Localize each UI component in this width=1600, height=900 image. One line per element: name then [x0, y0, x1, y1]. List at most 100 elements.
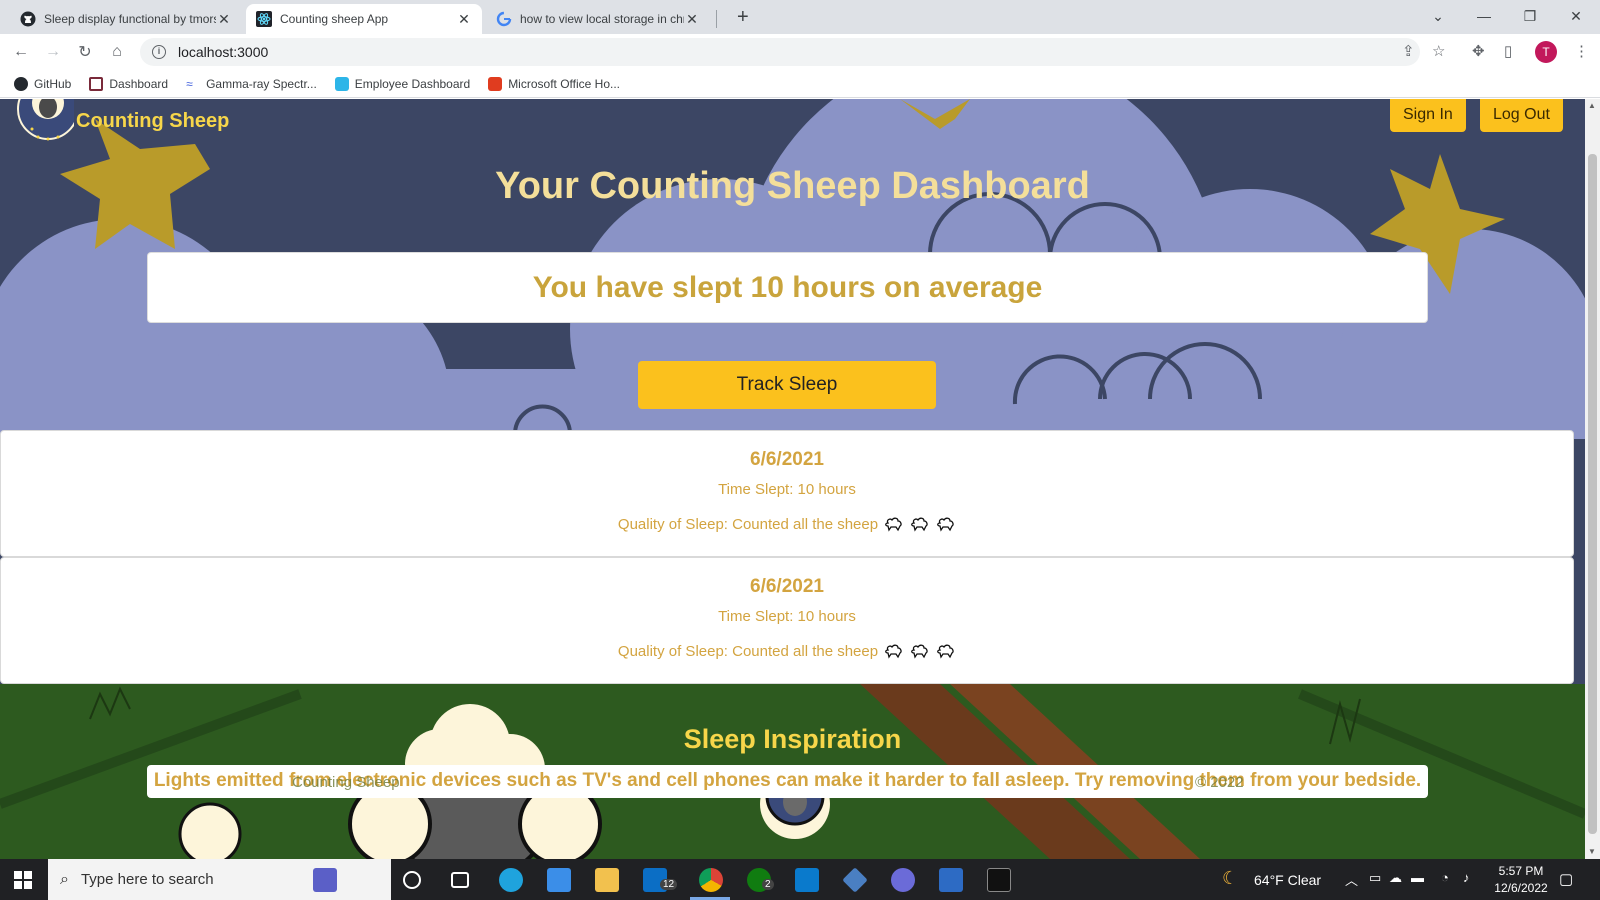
home-icon[interactable]: ⌂: [106, 41, 128, 63]
side-panel-icon[interactable]: ▯: [1504, 42, 1512, 60]
log-out-button[interactable]: Log Out: [1480, 99, 1563, 132]
bookmark-gamma-ray[interactable]: ≈ Gamma-ray Spectr...: [186, 77, 317, 91]
browser-window: Sleep display functional by tmors ✕ Coun…: [0, 0, 1600, 859]
cortana-icon[interactable]: [403, 871, 421, 889]
app-icon[interactable]: [939, 868, 963, 892]
sign-in-button[interactable]: Sign In: [1390, 99, 1466, 132]
bookmark-github[interactable]: GitHub: [14, 76, 72, 91]
sheep-icon: [911, 644, 928, 659]
tab-counting-sheep[interactable]: Counting sheep App ✕: [246, 4, 482, 34]
xbox-badge: 2: [762, 879, 774, 890]
extensions-puzzle-icon[interactable]: ✥: [1472, 42, 1485, 60]
vscode-icon[interactable]: [795, 868, 819, 892]
reload-icon[interactable]: ↻: [74, 41, 96, 63]
bookmark-star-icon[interactable]: ☆: [1432, 42, 1445, 60]
search-placeholder: Type here to search: [80, 871, 214, 888]
average-sleep-card: You have slept 10 hours on average: [147, 252, 1428, 323]
wifi-icon[interactable]: ◔: [1441, 870, 1449, 885]
dashboard-icon: [89, 76, 104, 91]
volume-icon[interactable]: ♪: [1463, 870, 1470, 885]
bookmark-label: Microsoft Office Ho...: [508, 76, 620, 91]
bookmark-label: Dashboard: [109, 76, 169, 91]
footer-copyright: © 2022: [1195, 774, 1244, 791]
terminal-icon[interactable]: [987, 868, 1011, 892]
github-icon: [14, 76, 28, 91]
tab-title: Sleep display functional by tmors: [44, 12, 216, 26]
entry-time-slept: Time Slept: 10 hours: [718, 481, 856, 498]
url-text: localhost:3000: [178, 44, 269, 60]
store-icon[interactable]: [547, 868, 571, 892]
page-scrollbar[interactable]: ▲ ▼: [1585, 99, 1600, 859]
new-tab-plus-icon[interactable]: +: [737, 6, 749, 29]
file-explorer-icon[interactable]: [595, 868, 619, 892]
weather-text[interactable]: 64°F Clear: [1254, 872, 1321, 888]
tab-title: how to view local storage in chro: [520, 12, 684, 26]
device-icon[interactable]: ▭: [1369, 870, 1381, 886]
office-icon: [488, 76, 503, 91]
sheep-icon: [885, 517, 902, 532]
google-icon: [496, 11, 512, 27]
scroll-thumb[interactable]: [1588, 154, 1597, 834]
share-icon[interactable]: ⇪: [1402, 42, 1415, 60]
bookmark-microsoft-office[interactable]: Microsoft Office Ho...: [488, 76, 620, 91]
profile-avatar[interactable]: T: [1535, 41, 1557, 63]
sheep-icon: [911, 517, 928, 532]
close-icon[interactable]: ✕: [216, 11, 232, 28]
edge-icon[interactable]: [499, 868, 523, 892]
forward-arrow-icon[interactable]: →: [42, 41, 64, 63]
entry-time-slept: Time Slept: 10 hours: [718, 608, 856, 625]
scroll-down-arrow-icon[interactable]: ▼: [1588, 847, 1596, 856]
tab-separator: [716, 10, 717, 28]
tab-title: Counting sheep App: [280, 12, 389, 26]
tab-strip: Sleep display functional by tmors ✕ Coun…: [0, 0, 1600, 34]
sleep-entry-card: 6/6/2021 Time Slept: 10 hours Quality of…: [0, 430, 1574, 557]
weather-moon-icon: ☾: [1222, 868, 1239, 888]
windows-taskbar: ⌕ Type here to search 12 2 ☾ 64°F Clear …: [0, 859, 1600, 900]
browser-toolbar: ← → ↻ ⌂ i localhost:3000 ⇪ ☆ ✥ ▯ ⋮: [0, 34, 1600, 70]
brand[interactable]: Counting Sheep: [14, 99, 229, 151]
task-view-icon[interactable]: [451, 872, 469, 888]
tab-github-pr[interactable]: Sleep display functional by tmors ✕: [10, 4, 242, 34]
taskbar-search-input[interactable]: ⌕ Type here to search: [48, 859, 391, 900]
sleep-entry-card: 6/6/2021 Time Slept: 10 hours Quality of…: [0, 557, 1574, 684]
window-close-icon[interactable]: ✕: [1553, 4, 1599, 28]
eclipse-icon[interactable]: [891, 868, 915, 892]
bookmark-employee-dashboard[interactable]: Employee Dashboard: [334, 76, 471, 91]
sheep-icon: [937, 517, 954, 532]
sheep-logo-icon: [17, 99, 74, 141]
bookmark-label: Employee Dashboard: [354, 76, 471, 91]
back-arrow-icon[interactable]: ←: [10, 41, 32, 63]
menu-kebab-icon[interactable]: ⋮: [1574, 42, 1589, 60]
track-sleep-button[interactable]: Track Sleep: [638, 361, 936, 409]
clock-time[interactable]: 5:57 PM: [1493, 864, 1549, 878]
entry-quality: Quality of Sleep: Counted all the sheep: [1, 643, 1573, 660]
bookmark-label: GitHub: [34, 76, 72, 91]
close-icon[interactable]: ✕: [684, 11, 700, 28]
scroll-up-arrow-icon[interactable]: ▲: [1588, 101, 1596, 110]
employee-dashboard-icon: [334, 76, 349, 91]
chrome-icon[interactable]: [699, 868, 723, 892]
bookmark-dashboard[interactable]: Dashboard: [89, 76, 169, 91]
clock-date[interactable]: 12/6/2022: [1493, 881, 1549, 895]
react-icon: [256, 11, 272, 27]
tray-chevron-icon[interactable]: ︿: [1345, 870, 1358, 889]
notifications-icon[interactable]: ▢: [1559, 870, 1573, 888]
restore-icon[interactable]: ❐: [1507, 4, 1553, 28]
close-icon[interactable]: ✕: [456, 11, 472, 28]
site-info-icon[interactable]: i: [152, 45, 166, 59]
address-bar[interactable]: i localhost:3000: [140, 38, 1420, 66]
onedrive-cloud-icon[interactable]: ☁: [1389, 870, 1402, 886]
battery-icon[interactable]: ▬: [1411, 870, 1424, 885]
tab-search-chevron-icon[interactable]: ⌄: [1415, 4, 1461, 28]
dev-tools-icon[interactable]: [313, 868, 337, 892]
mail-badge: 12: [660, 879, 678, 890]
minimize-icon[interactable]: —: [1461, 4, 1507, 28]
sheep-icon: [937, 644, 954, 659]
git-tool-icon[interactable]: [842, 867, 868, 893]
windows-start-icon[interactable]: [14, 871, 32, 889]
github-icon: [20, 11, 36, 27]
tab-google-search[interactable]: how to view local storage in chro ✕: [486, 4, 710, 34]
bookmarks-bar: GitHub Dashboard ≈ Gamma-ray Spectr... E…: [0, 70, 1600, 98]
page-viewport: Counting Sheep Sign In Log Out Your Coun…: [0, 99, 1585, 859]
sheep-icon: [885, 644, 902, 659]
